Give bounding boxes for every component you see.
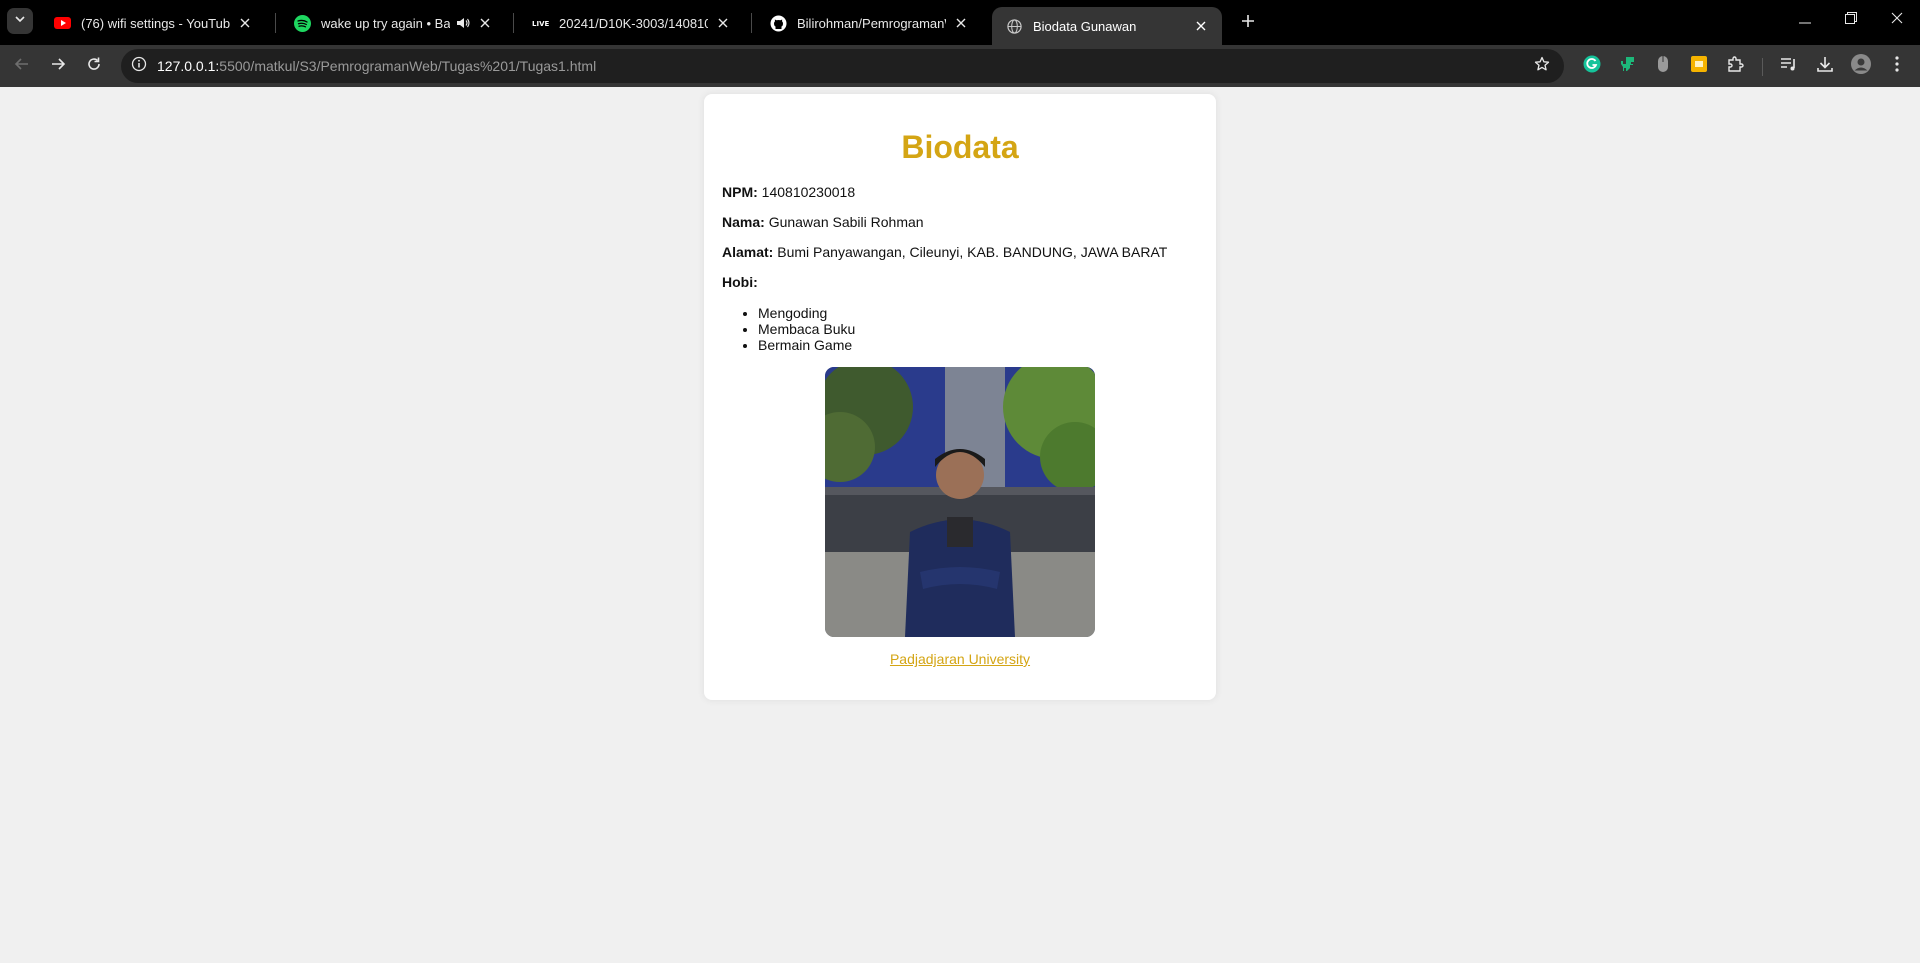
mouse-icon — [1657, 55, 1669, 78]
spotify-icon — [294, 14, 311, 32]
extensions-button[interactable] — [1724, 55, 1746, 77]
alamat-label: Alamat: — [722, 244, 774, 260]
globe-icon — [1006, 18, 1023, 35]
url-path: 5500/matkul/S3/PemrogramanWeb/Tugas%201/… — [219, 58, 597, 74]
tab-separator — [275, 13, 276, 33]
list-item: Membaca Buku — [758, 321, 855, 337]
bookmark-star-button[interactable] — [1532, 56, 1552, 76]
downloads-button[interactable] — [1814, 55, 1836, 77]
tab-live[interactable]: LIVE 20241/D10K-3003/140810230018 — [518, 7, 744, 39]
mouse-extension[interactable] — [1652, 55, 1674, 77]
url-text[interactable]: 127.0.0.1:5500/matkul/S3/PemrogramanWeb/… — [157, 58, 596, 74]
dinosaur-icon — [1619, 55, 1637, 78]
hobi-field: Hobi: — [722, 274, 758, 290]
close-icon — [1891, 11, 1903, 29]
reload-icon — [86, 56, 102, 77]
address-bar[interactable]: 127.0.0.1:5500/matkul/S3/PemrogramanWeb/… — [121, 49, 1564, 83]
tab-title: wake up try again • Barradeen — [321, 15, 450, 31]
arrow-right-icon — [50, 56, 66, 77]
notes-extension[interactable] — [1688, 55, 1710, 77]
puzzle-icon — [1726, 55, 1744, 78]
alamat-value: Bumi Panyawangan, Cileunyi, KAB. BANDUNG… — [777, 244, 1168, 260]
svg-text:LIVE: LIVE — [532, 20, 549, 28]
github-icon — [770, 15, 787, 32]
tab-strip: (76) wifi settings - YouTube wake up try… — [0, 0, 1920, 45]
tab-title: 20241/D10K-3003/140810230018 — [559, 15, 708, 31]
tab-biodata-active[interactable]: Biodata Gunawan — [992, 7, 1222, 45]
tab-separator — [751, 13, 752, 33]
browser-toolbar: 127.0.0.1:5500/matkul/S3/PemrogramanWeb/… — [0, 45, 1920, 87]
npm-value: 140810230018 — [761, 184, 856, 200]
university-link[interactable]: Padjadjaran University — [704, 651, 1216, 667]
star-icon — [1534, 56, 1550, 77]
site-info-button[interactable] — [129, 56, 149, 76]
close-icon[interactable] — [476, 14, 494, 32]
close-icon[interactable] — [952, 14, 970, 32]
grammarly-icon — [1583, 55, 1601, 78]
alamat-field: Alamat: Bumi Panyawangan, Cileunyi, KAB.… — [722, 244, 1167, 260]
list-item: Mengoding — [758, 305, 855, 321]
live-icon: LIVE — [532, 15, 549, 32]
sticky-note-icon — [1691, 55, 1707, 77]
toolbar-separator — [1762, 58, 1763, 76]
close-window-button[interactable] — [1874, 0, 1920, 40]
list-item: Bermain Game — [758, 337, 855, 353]
chevron-down-icon — [14, 12, 26, 30]
arrow-left-icon — [14, 56, 30, 77]
hobi-label: Hobi: — [722, 274, 758, 290]
page-title: Biodata — [901, 129, 1019, 165]
profile-photo — [825, 367, 1095, 637]
npm-label: NPM: — [722, 184, 758, 200]
restore-icon — [1845, 11, 1857, 29]
media-control-button[interactable] — [1778, 55, 1800, 77]
plus-icon — [1241, 14, 1255, 33]
info-icon — [131, 56, 147, 77]
npm-field: NPM: 140810230018 — [722, 184, 855, 200]
tab-title: Bilirohman/PemrogramanWeb — [797, 15, 946, 31]
kebab-menu-icon — [1895, 55, 1899, 77]
grammarly-extension[interactable] — [1581, 55, 1603, 77]
back-button[interactable] — [8, 52, 36, 80]
tab-github[interactable]: Bilirohman/PemrogramanWeb — [756, 7, 982, 39]
biodata-card: Biodata NPM: 140810230018 Nama: Gunawan … — [704, 94, 1216, 700]
nama-field: Nama: Gunawan Sabili Rohman — [722, 214, 924, 230]
tab-title: Biodata Gunawan — [1033, 18, 1137, 34]
download-icon — [1816, 55, 1834, 78]
tab-search-button[interactable] — [7, 8, 33, 34]
speaker-icon[interactable] — [456, 16, 470, 30]
close-icon[interactable] — [1192, 17, 1210, 35]
nama-label: Nama: — [722, 214, 765, 230]
tab-title: (76) wifi settings - YouTube — [81, 15, 230, 31]
tab-separator — [513, 13, 514, 33]
close-icon[interactable] — [236, 14, 254, 32]
hobi-list: Mengoding Membaca Buku Bermain Game — [740, 305, 855, 353]
restore-button[interactable] — [1828, 0, 1874, 40]
avatar — [1851, 53, 1871, 79]
dino-extension[interactable] — [1617, 55, 1639, 77]
youtube-icon — [54, 15, 71, 32]
nama-value: Gunawan Sabili Rohman — [768, 214, 924, 230]
tab-spotify[interactable]: wake up try again • Barradeen — [280, 7, 506, 39]
close-icon[interactable] — [714, 14, 732, 32]
tab-youtube[interactable]: (76) wifi settings - YouTube — [40, 7, 266, 39]
new-tab-button[interactable] — [1234, 9, 1262, 37]
minimize-icon — [1799, 11, 1811, 29]
playlist-icon — [1780, 56, 1798, 77]
forward-button[interactable] — [44, 52, 72, 80]
profile-button[interactable] — [1850, 53, 1872, 79]
reload-button[interactable] — [80, 52, 108, 80]
menu-button[interactable] — [1886, 55, 1908, 77]
minimize-button[interactable] — [1782, 0, 1828, 40]
url-host: 127.0.0.1: — [157, 58, 220, 74]
